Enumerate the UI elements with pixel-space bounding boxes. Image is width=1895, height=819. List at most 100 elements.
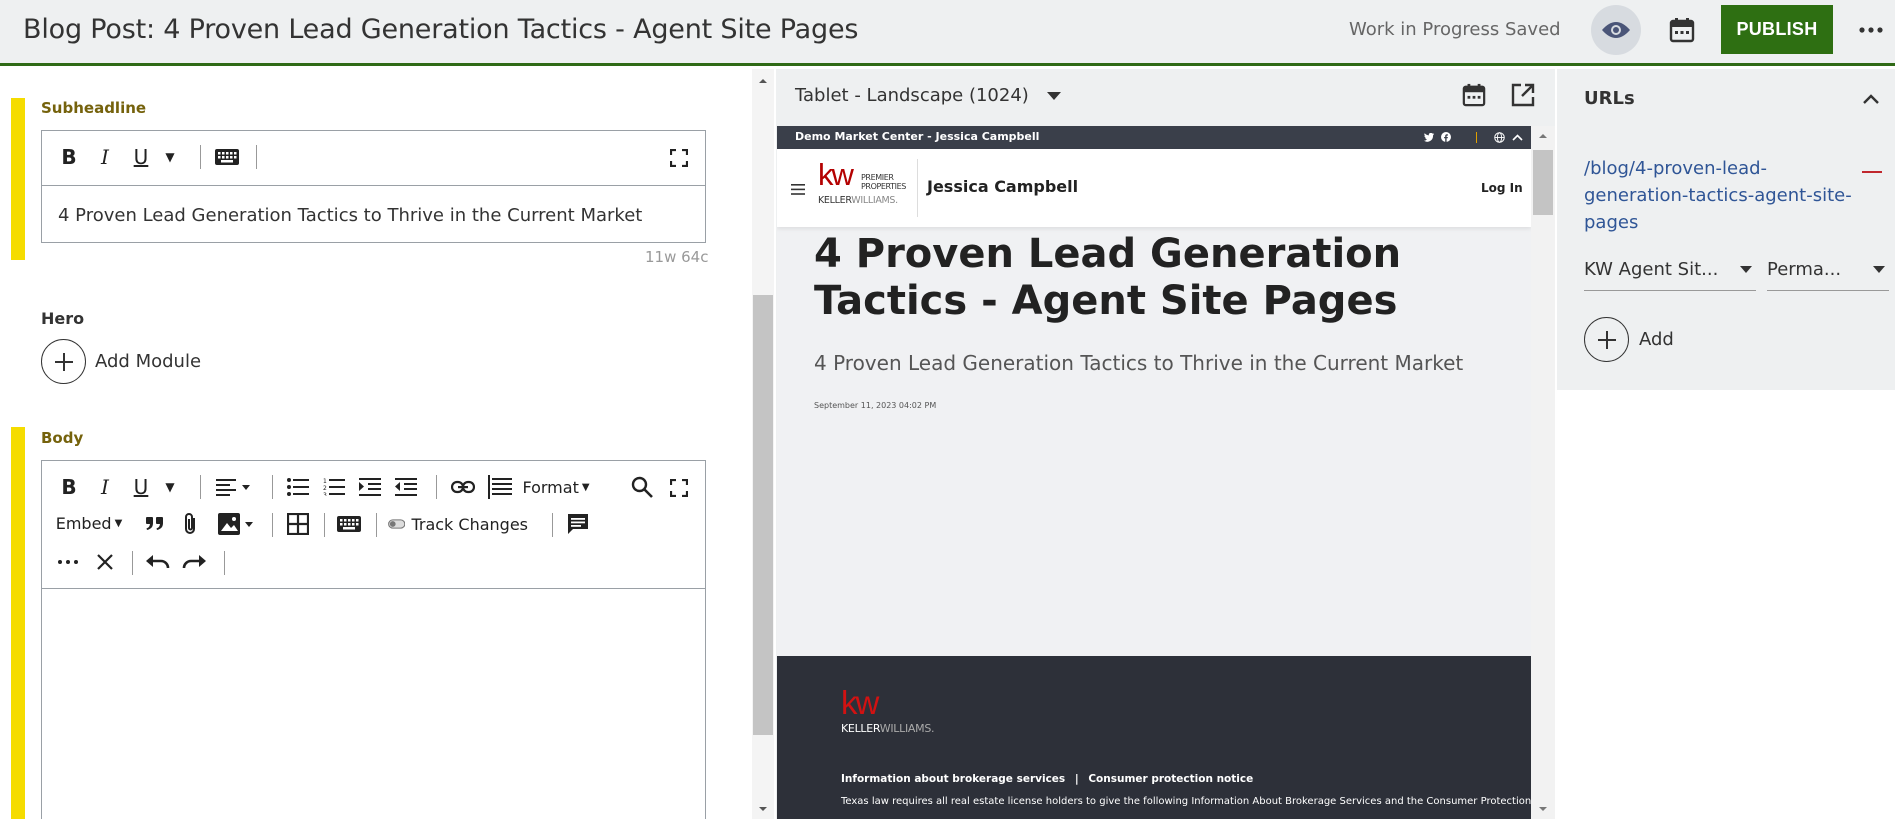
comments-button[interactable] bbox=[564, 510, 592, 538]
urls-section: URLs /blog/4-proven-lead-generation-tact… bbox=[1557, 69, 1895, 390]
bulleted-list-button[interactable] bbox=[284, 473, 312, 501]
preview-header: Tablet - Landscape (1024) bbox=[776, 69, 1555, 126]
numbered-list-button[interactable]: 123 bbox=[320, 473, 348, 501]
toolbar-separator bbox=[132, 551, 133, 575]
toolbar-separator bbox=[324, 513, 325, 537]
italic-icon: I bbox=[101, 475, 109, 499]
undo-icon bbox=[146, 555, 170, 569]
agent-name[interactable]: Jessica Campbell bbox=[927, 177, 1078, 196]
clear-formatting-button[interactable] bbox=[92, 549, 118, 575]
preview-schedule-button[interactable] bbox=[1459, 80, 1489, 110]
toolbar-separator bbox=[256, 145, 257, 169]
bulleted-list-icon bbox=[287, 478, 309, 496]
schedule-button[interactable] bbox=[1662, 10, 1702, 50]
collapse-urls-button[interactable] bbox=[1859, 89, 1883, 109]
italic-button[interactable]: I bbox=[92, 474, 118, 500]
login-link[interactable]: Log In bbox=[1481, 181, 1523, 195]
underline-more-dropdown[interactable]: ▼ bbox=[160, 475, 180, 499]
preview-scroll-thumb[interactable] bbox=[1533, 150, 1553, 215]
logo-divider bbox=[917, 159, 918, 217]
insert-table-button[interactable] bbox=[284, 510, 312, 538]
svg-text:2: 2 bbox=[323, 485, 327, 492]
url-type-select[interactable]: Perma... bbox=[1767, 249, 1889, 291]
remove-url-button[interactable] bbox=[1862, 171, 1882, 173]
caret-down-icon: ▼ bbox=[165, 150, 175, 164]
url-path-link[interactable]: /blog/4-proven-lead-generation-tactics-a… bbox=[1584, 155, 1854, 236]
paragraph-format-button[interactable] bbox=[485, 472, 515, 502]
editor-scroll-thumb[interactable] bbox=[753, 295, 773, 735]
hamburger-menu-icon[interactable] bbox=[791, 184, 805, 195]
toolbar-separator bbox=[200, 145, 201, 169]
toggle-icon bbox=[388, 519, 406, 529]
keyboard-shortcuts-button[interactable] bbox=[334, 511, 364, 537]
underline-more-dropdown[interactable]: ▼ bbox=[160, 145, 180, 169]
bold-button[interactable]: B bbox=[56, 474, 82, 500]
preview-toggle-button[interactable] bbox=[1591, 5, 1641, 55]
embed-dropdown[interactable]: Embed ▼ bbox=[54, 511, 124, 535]
post-date: September 11, 2023 04:02 PM bbox=[814, 401, 937, 410]
more-options-button[interactable] bbox=[1853, 12, 1889, 48]
body-input[interactable] bbox=[42, 589, 705, 819]
format-dropdown[interactable]: Format ▼ bbox=[520, 474, 592, 500]
device-selector[interactable]: Tablet - Landscape (1024) bbox=[795, 85, 1061, 106]
open-in-new-window-button[interactable] bbox=[1508, 80, 1538, 110]
underline-icon: U bbox=[133, 145, 149, 169]
twitter-icon[interactable] bbox=[1424, 133, 1434, 142]
page-title: Blog Post: 4 Proven Lead Generation Tact… bbox=[23, 14, 859, 45]
fullscreen-icon bbox=[670, 479, 688, 497]
indent-button[interactable] bbox=[356, 473, 384, 501]
fullscreen-button[interactable] bbox=[666, 475, 692, 501]
blockquote-button[interactable] bbox=[142, 510, 168, 536]
chevron-up-icon[interactable] bbox=[1512, 134, 1523, 141]
undo-button[interactable] bbox=[144, 549, 172, 575]
attach-file-button[interactable] bbox=[178, 510, 204, 538]
chevron-up-icon bbox=[1863, 94, 1879, 104]
insert-image-dropdown[interactable] bbox=[214, 510, 258, 538]
scroll-down-icon bbox=[759, 807, 767, 811]
plus-circle-icon bbox=[41, 339, 86, 384]
align-dropdown[interactable] bbox=[212, 473, 256, 501]
calendar-icon bbox=[1462, 83, 1486, 107]
underline-button[interactable]: U bbox=[128, 144, 154, 170]
urls-panel: URLs /blog/4-proven-lead-generation-tact… bbox=[1557, 69, 1895, 819]
insert-link-button[interactable] bbox=[448, 473, 478, 501]
post-subtitle: 4 Proven Lead Generation Tactics to Thri… bbox=[814, 351, 1464, 375]
body-label: Body bbox=[41, 429, 84, 447]
link-icon bbox=[451, 480, 475, 494]
close-icon bbox=[97, 554, 113, 570]
bold-button[interactable]: B bbox=[56, 144, 82, 170]
add-url-button[interactable]: Add bbox=[1584, 317, 1674, 362]
caret-down-icon bbox=[1046, 91, 1061, 100]
redo-button[interactable] bbox=[180, 549, 208, 575]
caret-down-icon: ▼ bbox=[581, 481, 590, 493]
search-replace-button[interactable] bbox=[628, 473, 656, 501]
keyboard-shortcuts-button[interactable] bbox=[212, 143, 242, 171]
footer-notice: Texas law requires all real estate licen… bbox=[841, 796, 1531, 807]
subheadline-input[interactable]: 4 Proven Lead Generation Tactics to Thri… bbox=[42, 186, 705, 245]
facebook-icon[interactable] bbox=[1441, 132, 1451, 142]
site-select[interactable]: KW Agent Sit... bbox=[1584, 249, 1756, 291]
content-editor: Subheadline B I U ▼ 4 Proven Lead Genera… bbox=[0, 69, 752, 819]
publish-button[interactable]: PUBLISH bbox=[1721, 5, 1833, 54]
site-preview-frame: Demo Market Center - Jessica Campbell kw… bbox=[777, 126, 1531, 819]
underline-button[interactable]: U bbox=[128, 474, 154, 500]
add-module-button[interactable]: Add Module bbox=[41, 339, 201, 384]
consumer-protection-link[interactable]: Consumer protection notice bbox=[1088, 773, 1253, 785]
topbar-divider bbox=[1476, 132, 1477, 143]
preview-scrollbar[interactable] bbox=[1531, 126, 1555, 819]
bold-icon: B bbox=[61, 145, 77, 169]
toolbar-separator bbox=[200, 475, 201, 499]
svg-text:3: 3 bbox=[323, 492, 327, 496]
globe-icon[interactable] bbox=[1494, 132, 1505, 143]
device-label: Tablet - Landscape (1024) bbox=[795, 85, 1029, 106]
italic-button[interactable]: I bbox=[92, 144, 118, 170]
toolbar-separator bbox=[224, 551, 225, 575]
outdent-button[interactable] bbox=[392, 473, 420, 501]
fullscreen-button[interactable] bbox=[666, 145, 692, 171]
brokerage-services-link[interactable]: Information about brokerage services bbox=[841, 773, 1065, 785]
track-changes-label: Track Changes bbox=[411, 514, 528, 534]
more-tools-button[interactable] bbox=[54, 549, 82, 575]
track-changes-toggle[interactable]: Track Changes bbox=[388, 511, 528, 537]
caret-down-icon: ▼ bbox=[165, 480, 175, 494]
market-center-label: Demo Market Center - Jessica Campbell bbox=[795, 130, 1040, 143]
